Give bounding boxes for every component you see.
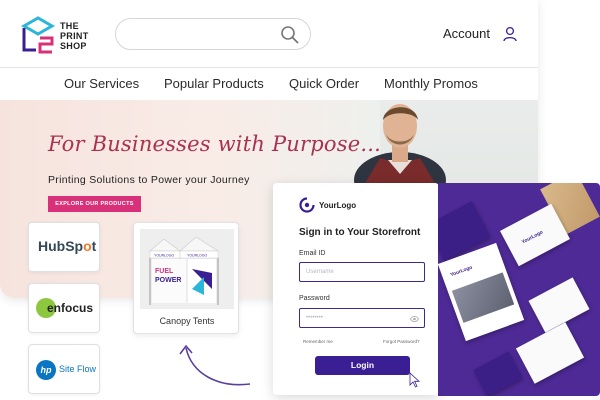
- hero-tagline: For Businesses with Purpose...: [48, 132, 381, 156]
- forgot-password-link[interactable]: Forgot Password?: [383, 339, 420, 344]
- remember-me-checkbox[interactable]: Remember me: [303, 339, 333, 344]
- hubspot-logo: HubSpot: [38, 238, 96, 254]
- product-card-canopy-tents[interactable]: YOURLOGO YOURLOGO FUEL POWER Canopy Tent…: [133, 222, 239, 334]
- header-bar: THE PRINT SHOP Account: [0, 0, 538, 68]
- hubspot-logo-part: t: [91, 238, 97, 254]
- logo-mark-icon: [20, 16, 56, 54]
- tent-canopy-text: YOURLOGO: [187, 254, 208, 258]
- enfocus-logo: enfocus: [47, 301, 94, 315]
- user-icon[interactable]: [502, 26, 518, 42]
- email-label: Email ID: [299, 250, 326, 257]
- logo-wordmark: THE PRINT SHOP: [60, 21, 89, 51]
- tent-banner-text: POWER: [155, 277, 181, 284]
- password-placeholder: ••••••••: [306, 315, 323, 321]
- logo-line: PRINT: [60, 31, 89, 41]
- brand-stationery-panel: YourLogo YourLogo: [438, 183, 600, 396]
- tent-canopy-text: YOURLOGO: [154, 254, 175, 258]
- nav-item-quick-order[interactable]: Quick Order: [289, 76, 359, 91]
- hubspot-logo-card: HubSpot: [28, 222, 100, 272]
- password-field[interactable]: ••••••••: [299, 308, 425, 328]
- signin-card: YourLogo Sign in to Your Storefront Emai…: [273, 183, 439, 395]
- password-label: Password: [299, 295, 330, 302]
- logo-line: SHOP: [60, 41, 87, 51]
- hero-subtitle: Printing Solutions to Power your Journey: [48, 174, 250, 186]
- explore-products-button[interactable]: EXPLORE OUR PRODUCTS: [48, 196, 141, 212]
- enfocus-logo-card: enfocus: [28, 283, 100, 333]
- nav-item-our-services[interactable]: Our Services: [64, 76, 139, 91]
- hubspot-sprocket-icon: o: [83, 238, 92, 254]
- print-shop-logo[interactable]: THE PRINT SHOP: [20, 16, 110, 56]
- logo-line: THE: [60, 21, 79, 31]
- email-field[interactable]: Username: [299, 262, 425, 282]
- nav-item-popular-products[interactable]: Popular Products: [164, 76, 264, 91]
- search-icon[interactable]: [280, 25, 300, 45]
- curved-arrow-icon: [179, 344, 251, 386]
- hubspot-logo-part: HubSp: [38, 238, 84, 254]
- brochure-photo: [451, 272, 515, 323]
- signin-title: Sign in to Your Storefront: [299, 227, 421, 238]
- letterhead-mockup: [515, 322, 585, 384]
- product-label: Canopy Tents: [159, 316, 215, 326]
- card-dark-mockup: [473, 351, 523, 396]
- page: THE PRINT SHOP Account Our Services Popu…: [0, 0, 600, 400]
- account-link[interactable]: Account: [443, 26, 490, 41]
- login-button[interactable]: Login: [315, 356, 410, 375]
- yourlogo-icon: [299, 197, 315, 213]
- tent-banner-text: FUEL: [155, 268, 174, 275]
- brochure-logo: YourLogo: [449, 264, 474, 279]
- yourlogo-wordmark: YourLogo: [319, 201, 357, 210]
- site-flow-label: Site Flow: [59, 364, 97, 374]
- main-nav: Our Services Popular Products Quick Orde…: [0, 68, 538, 100]
- business-card-logo: YourLogo: [520, 229, 545, 246]
- email-placeholder: Username: [306, 269, 334, 275]
- nav-item-monthly-promos[interactable]: Monthly Promos: [384, 76, 478, 91]
- search-input[interactable]: [115, 18, 311, 50]
- canopy-tent-image: YOURLOGO YOURLOGO FUEL POWER: [140, 229, 234, 309]
- hp-site-flow-logo-card: hp Site Flow: [28, 344, 100, 394]
- hp-logo-icon: hp: [36, 360, 56, 380]
- brochure-mockup: YourLogo: [438, 242, 525, 342]
- mouse-cursor-icon: [409, 372, 421, 388]
- show-password-icon[interactable]: [410, 315, 419, 323]
